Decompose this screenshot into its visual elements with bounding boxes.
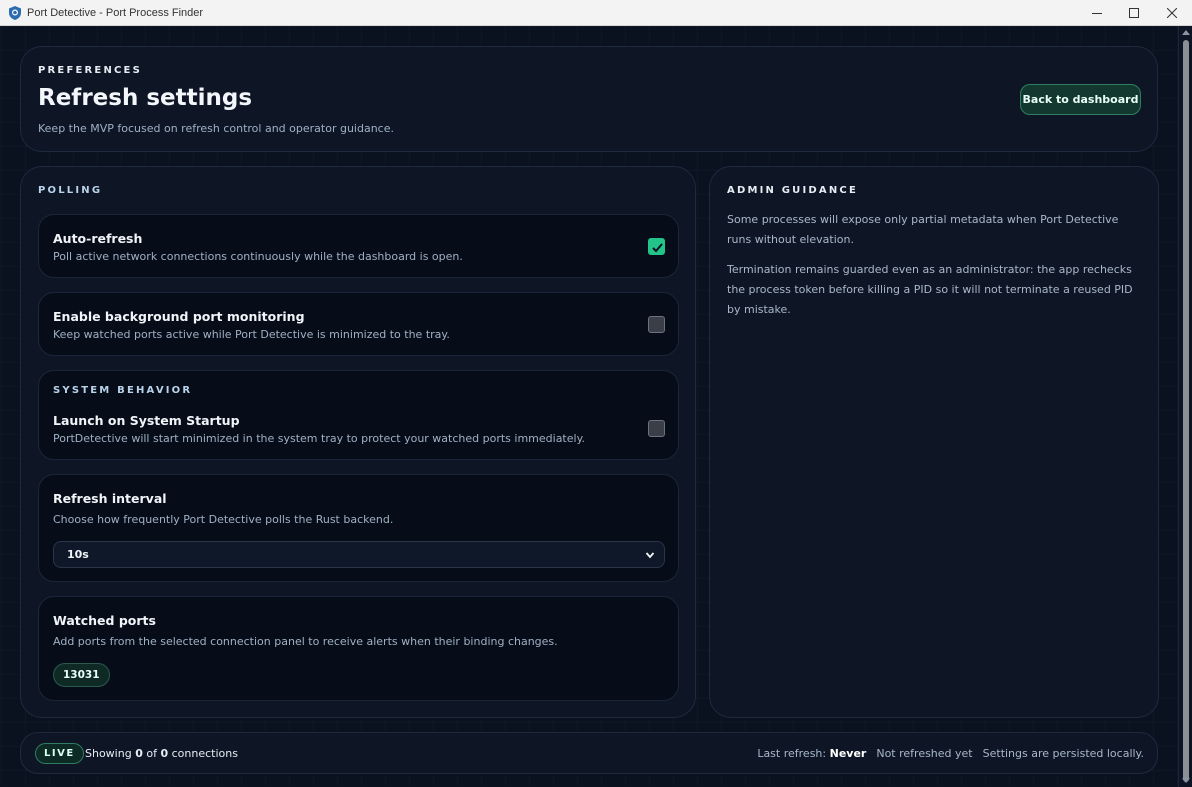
auto-refresh-checkbox[interactable] [648,238,665,255]
refresh-interval-select[interactable]: 10s [53,541,665,568]
maximize-button[interactable] [1115,0,1153,26]
polling-section-label: POLLING [38,185,103,196]
launch-on-startup-title: Launch on System Startup [53,413,240,428]
header-panel: PREFERENCES Refresh settings Keep the MV… [20,46,1158,152]
scroll-down-icon[interactable] [1182,778,1190,783]
auto-refresh-card: Auto-refresh Poll active network connect… [38,214,679,278]
scrollbar-thumb[interactable] [1183,40,1189,782]
status-footer: LIVE Showing 0 of 0 connections Last ref… [20,732,1158,774]
close-button[interactable] [1153,0,1191,26]
window-titlebar: Port Detective - Port Process Finder [0,0,1192,26]
watched-port-chip[interactable]: 13031 [53,663,110,687]
close-icon [1167,8,1177,18]
page-title: Refresh settings [38,85,253,111]
last-refresh-label: Last refresh: [757,747,827,760]
launch-on-startup-checkbox[interactable] [648,420,665,437]
admin-guidance-label: ADMIN GUIDANCE [727,185,858,196]
polling-panel: POLLING Auto-refresh Poll active network… [20,166,696,718]
admin-guidance-paragraph-2: Termination remains guarded even as an a… [727,263,1133,316]
connection-count: Showing 0 of 0 connections [85,747,238,760]
refresh-interval-value: 10s [67,548,89,561]
shown-count: 0 [135,747,143,760]
background-monitoring-title: Enable background port monitoring [53,309,305,324]
showing-prefix: Showing [85,747,132,760]
auto-refresh-title: Auto-refresh [53,231,143,246]
refresh-interval-title: Refresh interval [53,491,167,506]
back-to-dashboard-button[interactable]: Back to dashboard [1020,84,1141,115]
last-refresh-value: Never [829,747,867,760]
header-eyebrow: PREFERENCES [38,65,142,76]
shield-icon [9,5,21,20]
background-monitoring-checkbox[interactable] [648,316,665,333]
live-badge: LIVE [35,743,84,764]
page-subtitle: Keep the MVP focused on refresh control … [38,122,394,135]
of-word: of [146,747,157,760]
watched-ports-description: Add ports from the selected connection p… [53,635,558,648]
scroll-up-icon[interactable] [1182,30,1190,35]
background-monitoring-card: Enable background port monitoring Keep w… [38,292,679,356]
minimize-button[interactable] [1078,0,1116,26]
connections-word: connections [171,747,238,760]
auto-refresh-description: Poll active network connections continuo… [53,250,463,263]
vertical-scrollbar[interactable] [1178,26,1192,787]
total-count: 0 [160,747,169,760]
watched-ports-card: Watched ports Add ports from the selecte… [38,596,679,701]
persist-note: Settings are persisted locally. [982,747,1144,760]
refresh-status: Not refreshed yet [876,747,973,760]
chevron-down-icon [645,552,655,559]
minimize-icon [1092,13,1102,14]
refresh-interval-description: Choose how frequently Port Detective pol… [53,513,394,526]
refresh-interval-card: Refresh interval Choose how frequently P… [38,474,679,582]
launch-on-startup-description: PortDetective will start minimized in th… [53,432,586,445]
background-monitoring-description: Keep watched ports active while Port Det… [53,328,450,341]
window-title: Port Detective - Port Process Finder [27,6,204,19]
watched-ports-title: Watched ports [53,613,156,628]
last-refresh: Last refresh: Never [757,747,866,760]
maximize-icon [1129,8,1139,18]
checkmark-icon [652,243,663,253]
admin-guidance-paragraph-1: Some processes will expose only partial … [727,213,1119,246]
system-behavior-card: SYSTEM BEHAVIOR Launch on System Startup… [38,370,679,460]
footer-status: Last refresh: Never Not refreshed yet Se… [757,747,1144,760]
system-behavior-label: SYSTEM BEHAVIOR [53,385,193,396]
admin-guidance-panel: ADMIN GUIDANCE Some processes will expos… [709,166,1159,718]
